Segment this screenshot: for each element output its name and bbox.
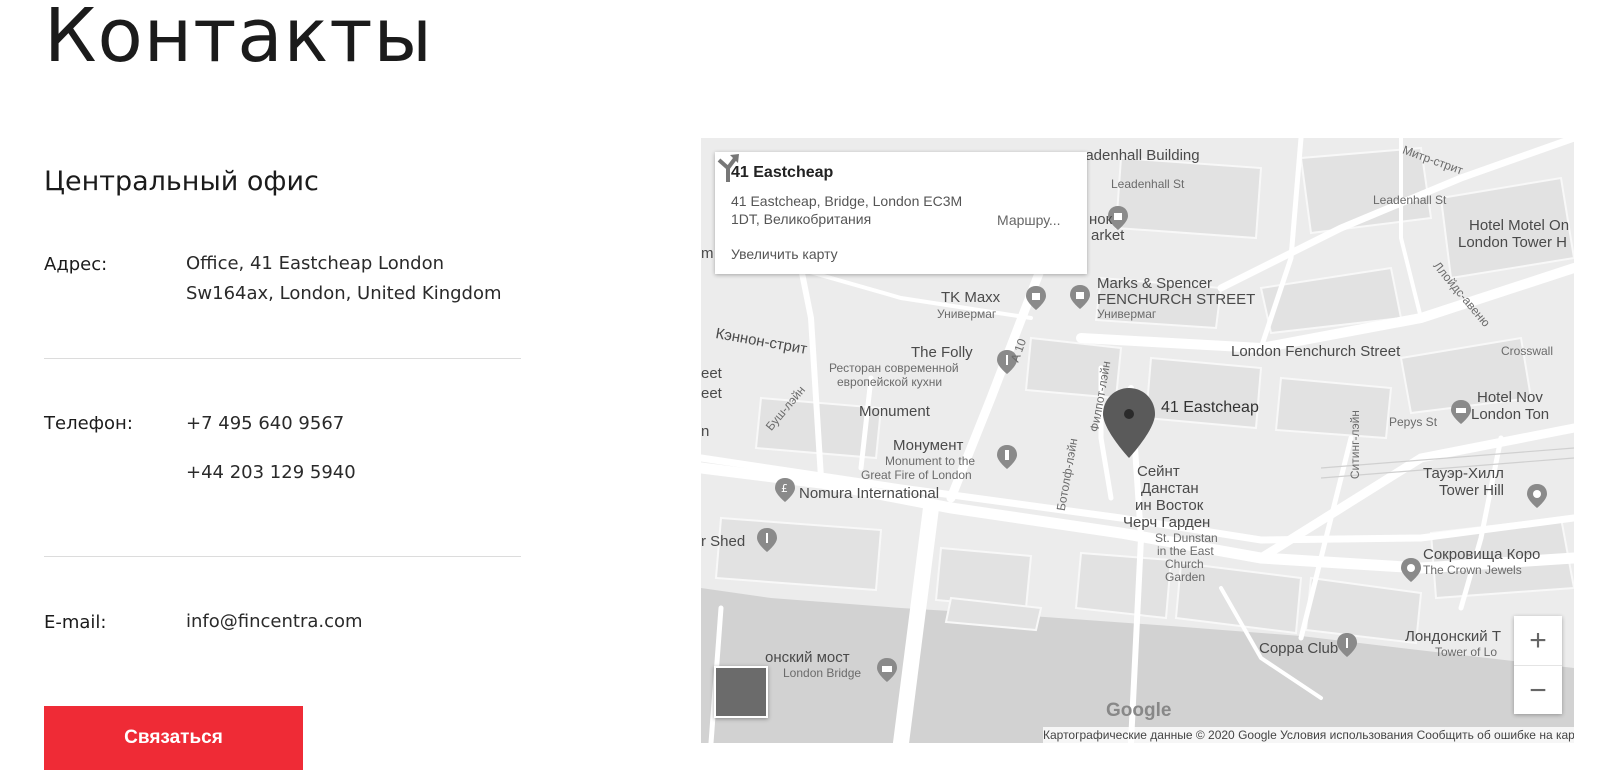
street-label: Leadenhall St	[1111, 177, 1185, 191]
marker-label[interactable]: 41 Eastcheap	[1161, 399, 1259, 417]
shopping-icon[interactable]	[1070, 285, 1090, 309]
map-label: Сокровища Коро	[1423, 546, 1541, 563]
map-label: Hotel Nov	[1477, 389, 1543, 406]
zoom-in-button[interactable]: +	[1514, 616, 1562, 666]
email-link[interactable]: info@fincentra.com	[186, 607, 363, 637]
restaurant-icon[interactable]	[757, 528, 777, 552]
map-label: Универмаг	[1097, 307, 1157, 321]
map-label: n	[701, 423, 710, 440]
street-label: Ситинг-лэйн	[1347, 410, 1362, 480]
map-label: Сейнт	[1137, 463, 1180, 480]
camera-icon[interactable]	[1401, 558, 1421, 582]
directions-link[interactable]: Маршру...	[997, 212, 1061, 228]
map-label: arket	[1091, 227, 1125, 244]
map-label: London Ton	[1471, 406, 1550, 423]
map-label: London Bridge	[783, 666, 862, 680]
address-line-2: Sw164ax, London, United Kingdom	[186, 283, 502, 304]
phone-1[interactable]: +7 495 640 9567	[186, 409, 344, 439]
divider	[44, 358, 521, 359]
map-label: Лондонский Т	[1405, 628, 1501, 645]
map-label: The Folly	[911, 344, 973, 361]
place-title: 41 Eastcheap	[731, 164, 834, 181]
map-label: Garden	[1165, 570, 1206, 584]
page-title: Контакты	[44, 0, 433, 79]
landmark-icon[interactable]	[997, 445, 1017, 469]
map-label: Hotel Motel On	[1469, 217, 1570, 234]
street-label: Leadenhall St	[1373, 193, 1447, 207]
divider	[44, 556, 521, 557]
email-label: E-mail:	[44, 612, 107, 633]
svg-text:£: £	[781, 482, 788, 495]
map-label: The Crown Jewels	[1423, 563, 1522, 577]
place-address: 41 Eastcheap, Bridge, London EC3M 1DT, В…	[731, 193, 963, 227]
map-label: Coppa Club	[1259, 640, 1339, 657]
camera-icon[interactable]	[1527, 484, 1547, 508]
bank-icon[interactable]: £	[775, 478, 795, 502]
map-label: Тауэр-Хилл	[1423, 465, 1504, 482]
satellite-toggle-thumbnail[interactable]	[714, 666, 768, 718]
restaurant-icon[interactable]	[1337, 633, 1357, 657]
map-label: r Shed	[701, 533, 746, 550]
hotel-icon[interactable]	[1451, 400, 1471, 424]
street-label: Pepys St	[1389, 415, 1438, 429]
map-label: Monument to the	[885, 454, 976, 468]
enlarge-map-link[interactable]: Увеличить карту	[731, 246, 838, 262]
phone-2[interactable]: +44 203 129 5940	[186, 458, 356, 488]
address-line-1: Office, 41 Eastcheap London	[186, 253, 444, 274]
map-label: Tower Hill	[1439, 482, 1505, 499]
map-label: ин Восток	[1135, 497, 1204, 514]
map-label: m	[701, 245, 714, 262]
address-label: Адрес:	[44, 254, 108, 275]
zoom-out-button[interactable]: −	[1514, 666, 1562, 715]
map-label: TK Maxx	[941, 289, 1001, 306]
place-info-card: 41 Eastcheap 41 Eastcheap, Bridge, Londo…	[715, 152, 1087, 274]
map-label: Монумент	[893, 437, 964, 454]
phone-label: Телефон:	[44, 413, 133, 434]
google-map[interactable]: £ eadenhall Building Leadenhall St Leade…	[701, 138, 1574, 743]
map-label: Marks & Spencer	[1097, 275, 1213, 292]
map-label: онский мост	[765, 649, 850, 666]
map-label: Черч Гарден	[1123, 514, 1211, 531]
map-attribution[interactable]: Картографические данные © 2020 Google Ус…	[1043, 727, 1574, 743]
map-label: Данстан	[1141, 480, 1199, 497]
zoom-controls: + −	[1514, 616, 1562, 714]
map-label: eadenhall Building	[1077, 147, 1200, 164]
map-label: eet	[701, 365, 722, 382]
street-label: Crosswall	[1501, 344, 1554, 358]
directions-icon[interactable]	[715, 152, 741, 182]
map-label: нок	[1089, 211, 1113, 228]
map-label: Monument	[859, 403, 930, 420]
map-label: Nomura International	[799, 485, 940, 502]
map-label: London Fenchurch Street	[1231, 343, 1401, 360]
map-label: London Tower H	[1458, 234, 1567, 251]
map-label: Универмаг	[937, 307, 997, 321]
map-label: Tower of Lo	[1435, 645, 1498, 659]
google-logo: Google	[1106, 700, 1172, 721]
map-label: европейской кухни	[837, 375, 943, 389]
map-label: eet	[701, 385, 722, 402]
contact-button[interactable]: Связаться	[44, 706, 303, 770]
map-label: Great Fire of London	[861, 468, 972, 482]
bridge-icon[interactable]	[877, 658, 897, 682]
shopping-icon[interactable]	[1026, 286, 1046, 310]
map-label: Ресторан современной	[829, 361, 959, 375]
office-heading: Центральный офис	[44, 166, 319, 197]
map-label: FENCHURCH STREET	[1097, 291, 1256, 308]
